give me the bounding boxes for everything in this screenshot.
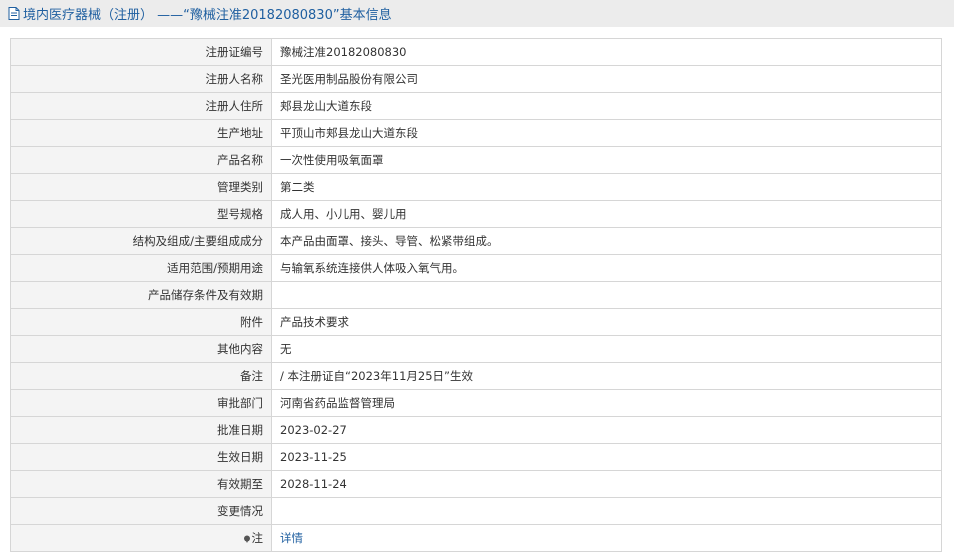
field-label: 注册人名称: [10, 65, 272, 93]
field-label: 其他内容: [10, 335, 272, 363]
table-row: 批准日期 2023-02-27: [10, 416, 942, 444]
field-value: [271, 281, 942, 309]
field-label: 审批部门: [10, 389, 272, 417]
field-label: 管理类别: [10, 173, 272, 201]
field-value: 产品技术要求: [271, 308, 942, 336]
table-row: 产品储存条件及有效期: [10, 281, 942, 309]
field-label: 批准日期: [10, 416, 272, 444]
table-row: 附件 产品技术要求: [10, 308, 942, 336]
field-value: 平顶山市郏县龙山大道东段: [271, 119, 942, 147]
field-value: 与输氧系统连接供人体吸入氧气用。: [271, 254, 942, 282]
field-label: 注册人住所: [10, 92, 272, 120]
page-title: 境内医疗器械（注册） ——“豫械注准20182080830”基本信息: [23, 8, 392, 23]
table-row: 生效日期 2023-11-25: [10, 443, 942, 471]
field-value: 圣光医用制品股份有限公司: [271, 65, 942, 93]
table-row: 产品名称 一次性使用吸氧面罩: [10, 146, 942, 174]
field-label: 备注: [10, 362, 272, 390]
field-value: 2028-11-24: [271, 470, 942, 498]
field-label: 型号规格: [10, 200, 272, 228]
info-table: 注册证编号 豫械注准20182080830 注册人名称 圣光医用制品股份有限公司…: [10, 38, 942, 552]
field-label: 结构及组成/主要组成成分: [10, 227, 272, 255]
field-label: 生产地址: [10, 119, 272, 147]
table-row: 备注 / 本注册证自“2023年11月25日”生效: [10, 362, 942, 390]
note-row: 注 详情: [10, 524, 942, 552]
table-row: 审批部门 河南省药品监督管理局: [10, 389, 942, 417]
field-label: 生效日期: [10, 443, 272, 471]
field-value: 一次性使用吸氧面罩: [271, 146, 942, 174]
table-row: 适用范围/预期用途 与输氧系统连接供人体吸入氧气用。: [10, 254, 942, 282]
field-label: 有效期至: [10, 470, 272, 498]
field-value: 本产品由面罩、接头、导管、松紧带组成。: [271, 227, 942, 255]
field-value: 成人用、小儿用、婴儿用: [271, 200, 942, 228]
field-value: 2023-11-25: [271, 443, 942, 471]
field-value: 郏县龙山大道东段: [271, 92, 942, 120]
note-label: 注: [251, 531, 264, 545]
field-label: 产品储存条件及有效期: [10, 281, 272, 309]
table-row: 型号规格 成人用、小儿用、婴儿用: [10, 200, 942, 228]
note-value-cell: 详情: [271, 524, 942, 552]
field-label: 变更情况: [10, 497, 272, 525]
field-value: 2023-02-27: [271, 416, 942, 444]
pin-icon: [243, 535, 250, 543]
field-label: 附件: [10, 308, 272, 336]
table-row: 注册证编号 豫械注准20182080830: [10, 38, 942, 66]
field-value: 豫械注准20182080830: [271, 38, 942, 66]
field-label: 产品名称: [10, 146, 272, 174]
table-row: 其他内容 无: [10, 335, 942, 363]
table-row: 注册人名称 圣光医用制品股份有限公司: [10, 65, 942, 93]
table-row: 管理类别 第二类: [10, 173, 942, 201]
field-value: 无: [271, 335, 942, 363]
table-row: 注册人住所 郏县龙山大道东段: [10, 92, 942, 120]
table-row: 有效期至 2028-11-24: [10, 470, 942, 498]
field-label: 适用范围/预期用途: [10, 254, 272, 282]
table-row: 变更情况: [10, 497, 942, 525]
document-icon: [8, 7, 20, 20]
details-link[interactable]: 详情: [280, 531, 303, 545]
table-row: 结构及组成/主要组成成分 本产品由面罩、接头、导管、松紧带组成。: [10, 227, 942, 255]
note-label-cell: 注: [10, 524, 272, 552]
field-value: 河南省药品监督管理局: [271, 389, 942, 417]
page-title-bar: 境内医疗器械（注册） ——“豫械注准20182080830”基本信息: [0, 0, 954, 27]
field-label: 注册证编号: [10, 38, 272, 66]
field-value: [271, 497, 942, 525]
field-value: / 本注册证自“2023年11月25日”生效: [271, 362, 942, 390]
field-value: 第二类: [271, 173, 942, 201]
table-row: 生产地址 平顶山市郏县龙山大道东段: [10, 119, 942, 147]
